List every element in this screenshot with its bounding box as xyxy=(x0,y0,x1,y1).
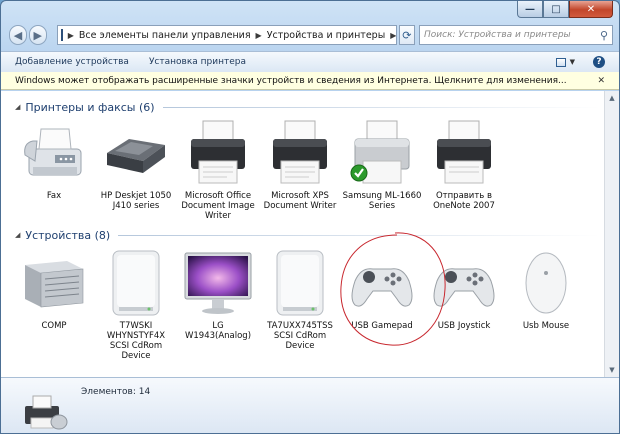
search-box[interactable]: ⚲ xyxy=(419,25,613,45)
printer-icon xyxy=(191,120,245,184)
command-bar: Добавление устройства Установка принтера… xyxy=(1,51,619,73)
device-item-lg-monitor[interactable]: LG W1943(Analog) xyxy=(177,245,259,361)
content-pane: ◢ Принтеры и факсы (6) Fax HP Deskjet 10… xyxy=(1,91,619,377)
device-label: T7WSKI WHYNSTYF4X SCSI CdRom Device xyxy=(106,321,166,361)
help-icon[interactable]: ? xyxy=(593,56,605,68)
back-button[interactable]: ◀ xyxy=(9,25,27,45)
computer-icon xyxy=(25,261,84,308)
command-bar-right: ▼ ? xyxy=(555,56,605,68)
breadcrumb-control-panel[interactable]: Все элементы панели управления xyxy=(79,30,251,41)
printers-section-title: Принтеры и факсы (6) xyxy=(25,100,155,114)
devices-list: COMP T7WSKI WHYNSTYF4X SCSI CdRom Device xyxy=(13,245,587,361)
device-label: Samsung ML-1660 Series xyxy=(342,191,422,211)
default-printer-icon xyxy=(350,120,410,184)
collapse-triangle-icon[interactable]: ◢ xyxy=(15,103,20,111)
device-item-cdrom-2[interactable]: TA7UXX745TSS SCSI CdRom Device xyxy=(259,245,341,361)
device-label: LG W1943(Analog) xyxy=(184,321,252,341)
printers-section-header[interactable]: ◢ Принтеры и факсы (6) xyxy=(15,99,600,115)
device-item-fax[interactable]: Fax xyxy=(13,115,95,221)
cdrom-drive-icon xyxy=(276,250,324,316)
device-item-comp[interactable]: COMP xyxy=(13,245,95,361)
device-item-samsung[interactable]: Samsung ML-1660 Series xyxy=(341,115,423,221)
search-icon[interactable]: ⚲ xyxy=(596,29,612,42)
section-divider xyxy=(118,234,600,236)
devices-printers-icon xyxy=(25,395,68,430)
refresh-button[interactable]: ⟳ xyxy=(398,25,415,45)
close-button[interactable]: ✕ xyxy=(569,1,613,18)
navigation-row: ◀ ▶ ▶ Все элементы панели управления ▶ У… xyxy=(9,23,613,47)
fax-icon xyxy=(24,128,82,176)
device-item-xps-writer[interactable]: Microsoft XPS Document Writer xyxy=(259,115,341,221)
minimize-button[interactable]: — xyxy=(517,1,543,18)
device-item-hp-deskjet[interactable]: HP Deskjet 1050 J410 series xyxy=(95,115,177,221)
item-count: Элементов: 14 xyxy=(81,387,151,397)
view-options-icon[interactable] xyxy=(555,57,566,67)
status-bar: Элементов: 14 xyxy=(1,377,619,433)
printer-icon xyxy=(437,120,491,184)
device-item-usb-joystick[interactable]: USB Joystick xyxy=(423,245,505,361)
monitor-icon xyxy=(184,252,252,314)
maximize-button[interactable]: □ xyxy=(543,1,569,18)
device-label: Microsoft XPS Document Writer xyxy=(263,191,337,211)
printers-list: Fax HP Deskjet 1050 J410 series Microsof… xyxy=(13,115,505,221)
add-device-button[interactable]: Добавление устройства xyxy=(15,57,129,67)
scroll-down-icon[interactable]: ▼ xyxy=(606,364,618,376)
control-panel-icon xyxy=(60,29,63,41)
caption-buttons: — □ ✕ xyxy=(517,1,613,18)
device-label: TA7UXX745TSS SCSI CdRom Device xyxy=(267,321,333,351)
info-bar[interactable]: Windows может отображать расширенные зна… xyxy=(1,72,619,90)
breadcrumb-separator[interactable]: ▶ xyxy=(68,31,74,40)
section-divider xyxy=(162,106,600,108)
gamepad-icon xyxy=(433,268,495,307)
device-label: USB Gamepad xyxy=(351,321,413,331)
inkjet-printer-icon xyxy=(107,139,165,173)
info-bar-text[interactable]: Windows может отображать расширенные зна… xyxy=(15,76,567,86)
cdrom-drive-icon xyxy=(112,250,160,316)
devices-section-title: Устройства (8) xyxy=(25,228,111,242)
device-item-usb-mouse[interactable]: Usb Mouse xyxy=(505,245,587,361)
scroll-up-icon[interactable]: ▲ xyxy=(606,92,618,104)
info-bar-close-button[interactable]: ✕ xyxy=(597,76,605,86)
device-label: Microsoft Office Document Image Writer xyxy=(181,191,255,221)
view-dropdown-icon[interactable]: ▼ xyxy=(570,58,575,66)
breadcrumb-separator[interactable]: ▶ xyxy=(256,31,262,40)
device-label: COMP xyxy=(41,321,67,331)
device-label: USB Joystick xyxy=(437,321,491,331)
device-label: Отправить в OneNote 2007 xyxy=(433,191,495,211)
breadcrumb-devices-printers[interactable]: Устройства и принтеры xyxy=(267,30,386,41)
device-item-office-image-writer[interactable]: Microsoft Office Document Image Writer xyxy=(177,115,259,221)
explorer-window: — □ ✕ ◀ ▶ ▶ Все элементы панели управлен… xyxy=(0,0,620,434)
device-item-cdrom-1[interactable]: T7WSKI WHYNSTYF4X SCSI CdRom Device xyxy=(95,245,177,361)
gamepad-icon xyxy=(351,268,413,307)
device-label: HP Deskjet 1050 J410 series xyxy=(100,191,172,211)
forward-button[interactable]: ▶ xyxy=(28,25,47,45)
device-label: Fax xyxy=(46,191,62,201)
address-bar[interactable]: ▶ Все элементы панели управления ▶ Устро… xyxy=(56,25,397,45)
vertical-scrollbar[interactable]: ▲ ▼ xyxy=(604,91,619,377)
mouse-icon xyxy=(525,252,567,314)
device-item-onenote[interactable]: Отправить в OneNote 2007 xyxy=(423,115,505,221)
device-item-usb-gamepad[interactable]: USB Gamepad xyxy=(341,245,423,361)
printer-icon xyxy=(273,120,327,184)
collapse-triangle-icon[interactable]: ◢ xyxy=(15,231,20,239)
breadcrumb-separator[interactable]: ▶ xyxy=(390,31,396,40)
add-printer-button[interactable]: Установка принтера xyxy=(149,57,246,67)
device-label: Usb Mouse xyxy=(522,321,570,331)
search-input[interactable] xyxy=(420,29,596,41)
devices-section-header[interactable]: ◢ Устройства (8) xyxy=(15,227,600,243)
